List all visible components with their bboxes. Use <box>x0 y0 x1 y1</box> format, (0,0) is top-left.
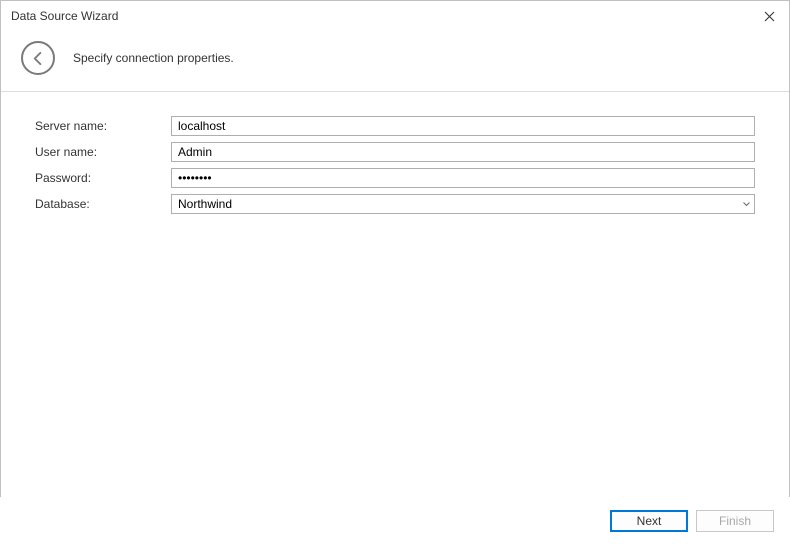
close-button[interactable] <box>749 1 789 31</box>
password-label: Password: <box>35 171 171 185</box>
close-icon <box>764 11 775 22</box>
database-input[interactable] <box>171 194 755 214</box>
user-name-row: User name: <box>35 142 755 162</box>
database-label: Database: <box>35 197 171 211</box>
wizard-footer: Next Finish <box>0 497 790 545</box>
database-row: Database: <box>35 194 755 214</box>
wizard-header: Specify connection properties. <box>1 31 789 92</box>
titlebar: Data Source Wizard <box>1 1 789 31</box>
password-input[interactable] <box>171 168 755 188</box>
server-name-row: Server name: <box>35 116 755 136</box>
arrow-left-icon <box>31 51 46 66</box>
back-button[interactable] <box>21 41 55 75</box>
next-button[interactable]: Next <box>610 510 688 532</box>
window-title: Data Source Wizard <box>11 9 118 23</box>
database-combobox[interactable] <box>171 194 755 214</box>
chevron-down-icon <box>743 202 750 206</box>
server-name-label: Server name: <box>35 119 171 133</box>
password-row: Password: <box>35 168 755 188</box>
instruction-text: Specify connection properties. <box>73 51 234 65</box>
form-area: Server name: User name: Password: Databa… <box>1 92 789 244</box>
user-name-input[interactable] <box>171 142 755 162</box>
database-dropdown-button[interactable] <box>738 195 754 213</box>
finish-button: Finish <box>696 510 774 532</box>
server-name-input[interactable] <box>171 116 755 136</box>
user-name-label: User name: <box>35 145 171 159</box>
